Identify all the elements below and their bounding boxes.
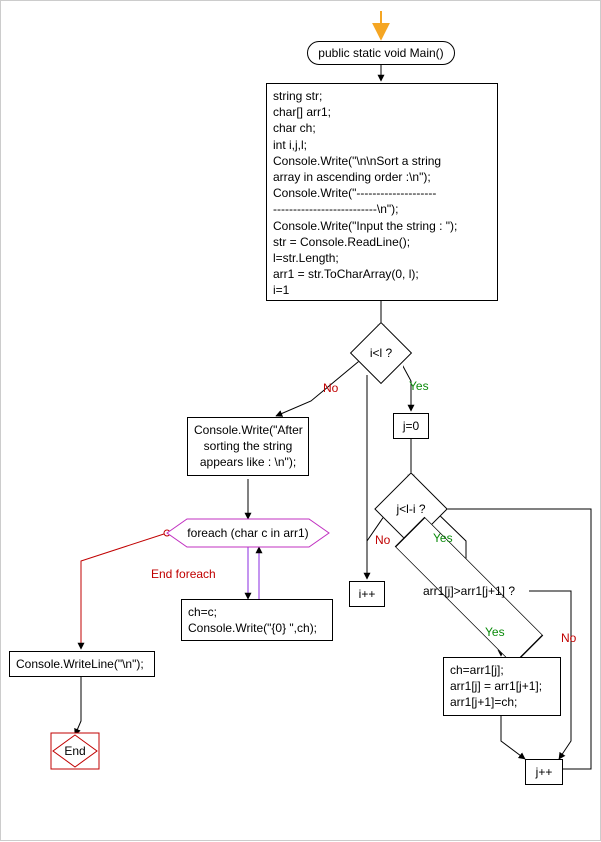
decision-compare-label: arr1[j]>arr1[j+1] ? [423,584,515,598]
i-increment: i++ [349,581,385,607]
label-no-2: No [375,533,390,547]
label-yes-2: Yes [433,531,453,545]
swap-process: ch=arr1[j]; arr1[j] = arr1[j+1]; arr1[j+… [443,657,561,716]
label-no-1: No [323,381,338,395]
decision-compare: arr1[j]>arr1[j+1] ? [409,561,529,621]
print-char-process: ch=c; Console.Write("{0} ",ch); [181,599,333,641]
decision-j-label: j<l-i ? [396,502,425,516]
end-label: End [64,744,85,758]
j-zero-process: j=0 [393,413,429,439]
after-sort-process: Console.Write("After sorting the string … [187,417,309,476]
j-increment: j++ [525,759,563,785]
foreach-loop: foreach (char c in arr1) [167,519,329,547]
label-end-foreach: End foreach [151,567,216,581]
decision-i-label: i<l ? [370,346,392,360]
main-terminator: public static void Main() [307,41,455,65]
init-process: string str; char[] arr1; char ch; int i,… [266,83,498,301]
decision-i-lt-l: i<l ? [359,331,403,375]
println-process: Console.WriteLine("\n"); [9,651,155,677]
label-yes-3: Yes [485,625,505,639]
foreach-label: foreach (char c in arr1) [187,526,308,540]
label-no-3: No [561,631,576,645]
flowchart-canvas: public static void Main() string str; ch… [0,0,601,841]
label-yes-1: Yes [409,379,429,393]
end-terminator: End [51,733,99,769]
